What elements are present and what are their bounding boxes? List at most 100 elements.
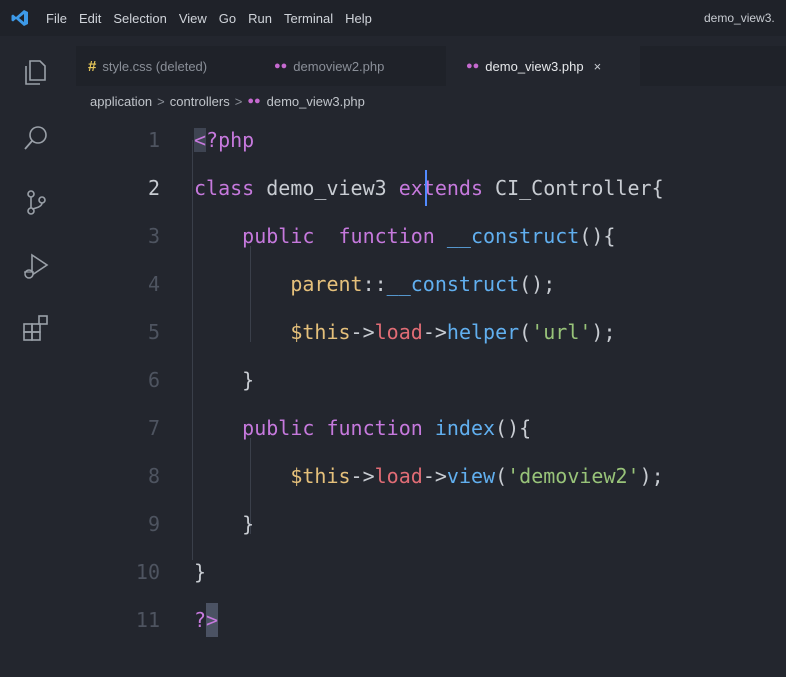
punct: (){: [579, 224, 616, 248]
menu-edit[interactable]: Edit: [73, 11, 107, 26]
string-literal: 'url': [531, 320, 592, 344]
tab-demo-view3[interactable]: ●● demo_view3.php ×: [446, 46, 640, 86]
explorer-icon[interactable]: [20, 56, 52, 88]
punct: ();: [519, 272, 556, 296]
variable-this: $this: [290, 464, 351, 488]
arrow-op: ->: [422, 464, 447, 488]
line-text: $this->load->view('demoview2');: [194, 452, 663, 500]
code-line[interactable]: 3 public function __construct(){: [76, 212, 786, 260]
source-control-icon[interactable]: [20, 186, 52, 218]
line-text: }: [194, 560, 207, 584]
keyword-public: public: [242, 416, 315, 440]
line-text: <?php: [194, 116, 254, 164]
class-name: demo_view3: [254, 176, 387, 200]
code-line[interactable]: 10 }: [76, 548, 786, 596]
line-text: $this->load->helper('url');: [194, 308, 616, 356]
function-name: helper: [446, 320, 520, 344]
arrow-op: ->: [350, 464, 375, 488]
bracket-match: <: [194, 128, 207, 152]
punct: (){: [495, 416, 532, 440]
keyword-extends: extends: [386, 176, 483, 200]
line-number: 2: [147, 176, 160, 200]
line-text: class demo_view3 extends CI_Controller{: [194, 164, 664, 212]
line-text: }: [194, 512, 255, 536]
bracket-match: >: [206, 603, 219, 637]
menu-run[interactable]: Run: [242, 11, 278, 26]
php-icon: ●●: [274, 60, 288, 72]
breadcrumb-item-controllers[interactable]: controllers: [170, 94, 230, 109]
line-number: 4: [147, 272, 160, 296]
code-line[interactable]: 8 $this->load->view('demoview2');: [76, 452, 786, 500]
property-load: load: [374, 320, 423, 344]
function-name: __construct: [386, 272, 520, 296]
php-open-tag: ?php: [206, 128, 255, 152]
keyword-function: function: [314, 224, 435, 248]
line-text: public function __construct(){: [194, 212, 615, 260]
arrow-op: ->: [422, 320, 447, 344]
activity-bar: [0, 36, 76, 677]
line-number: 10: [135, 560, 160, 584]
line-number: 8: [147, 464, 160, 488]
line-number: 9: [147, 512, 160, 536]
breadcrumb-separator: >: [234, 93, 243, 109]
menu-bar: File Edit Selection View Go Run Terminal…: [0, 0, 786, 36]
code-line[interactable]: 9 }: [76, 500, 786, 548]
code-line[interactable]: 7 public function index(){: [76, 404, 786, 452]
arrow-op: ->: [350, 320, 375, 344]
menu-help[interactable]: Help: [339, 11, 378, 26]
php-icon: ●●: [466, 60, 480, 72]
breadcrumb-item-file[interactable]: demo_view3.php: [267, 94, 365, 109]
menu-file[interactable]: File: [40, 11, 73, 26]
php-close-tag-q: ?: [194, 608, 207, 632]
line-number: 1: [147, 128, 160, 152]
property-load: load: [374, 464, 423, 488]
line-text: }: [194, 368, 255, 392]
breadcrumb-item-application[interactable]: application: [90, 94, 152, 109]
scope-op: ::: [362, 272, 387, 296]
menu-go[interactable]: Go: [213, 11, 242, 26]
keyword-parent: parent: [290, 272, 363, 296]
run-debug-icon[interactable]: [20, 250, 52, 282]
keyword-public: public: [242, 224, 315, 248]
tab-demoview2[interactable]: ●● demoview2.php: [262, 46, 446, 86]
base-class: CI_Controller{: [483, 176, 664, 200]
code-editor[interactable]: 1 <?php 2 class demo_view3 extends CI_Co…: [76, 116, 786, 677]
code-line[interactable]: 4 parent::__construct();: [76, 260, 786, 308]
menu-selection[interactable]: Selection: [107, 11, 172, 26]
line-text: ?>: [194, 596, 219, 644]
hash-icon: #: [88, 57, 97, 75]
editor-tabs: # style.css (deleted) ●● demoview2.php ●…: [76, 46, 786, 86]
code-line-active[interactable]: 2 class demo_view3 extends CI_Controller…: [76, 164, 786, 212]
tab-label: demo_view3.php: [485, 58, 584, 74]
string-literal: 'demoview2': [507, 464, 640, 488]
window-title: demo_view3.: [704, 11, 775, 25]
variable-this: $this: [290, 320, 351, 344]
punct: (: [495, 464, 508, 488]
search-icon[interactable]: [20, 122, 52, 154]
line-number: 7: [147, 416, 160, 440]
line-text: public function index(){: [194, 404, 531, 452]
code-line[interactable]: 5 $this->load->helper('url');: [76, 308, 786, 356]
code-line[interactable]: 6 }: [76, 356, 786, 404]
keyword-class: class: [194, 176, 255, 200]
menu-view[interactable]: View: [173, 11, 213, 26]
menu-terminal[interactable]: Terminal: [278, 11, 339, 26]
function-name: __construct: [434, 224, 580, 248]
keyword-function: function: [314, 416, 423, 440]
line-number: 5: [147, 320, 160, 344]
line-text: parent::__construct();: [194, 260, 555, 308]
punct: );: [591, 320, 616, 344]
tab-label: demoview2.php: [293, 58, 385, 74]
code-line[interactable]: 11 ?>: [76, 596, 786, 644]
function-name: index: [422, 416, 496, 440]
punct: (: [519, 320, 532, 344]
extensions-icon[interactable]: [20, 312, 52, 344]
code-line[interactable]: 1 <?php: [76, 116, 786, 164]
vscode-logo-icon: [0, 0, 40, 36]
tab-style-css[interactable]: # style.css (deleted): [76, 46, 262, 86]
line-number: 3: [147, 224, 160, 248]
close-icon[interactable]: ×: [594, 59, 602, 74]
